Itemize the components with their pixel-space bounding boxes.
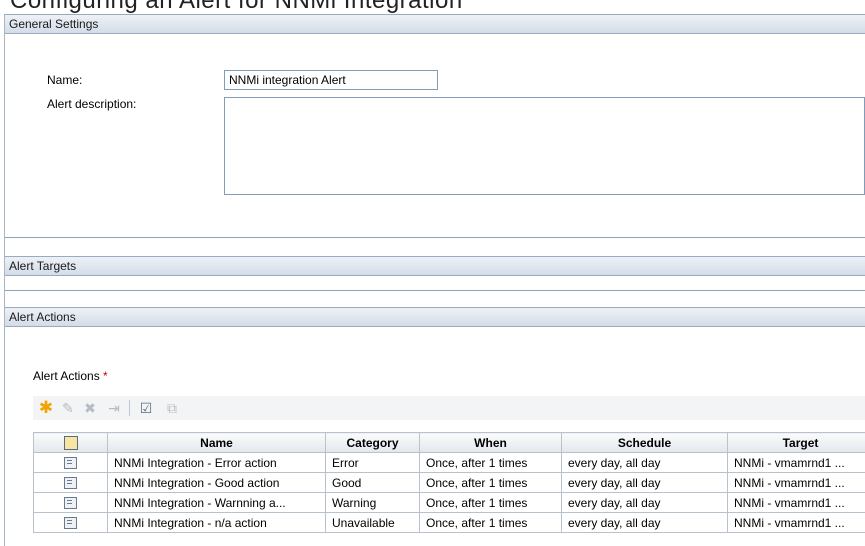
cell-when: Once, after 1 times [419, 492, 562, 513]
cell-category: Unavailable [325, 512, 420, 533]
alert-actions-table: Name Category When Schedule Target NNMi … [33, 432, 865, 533]
table-row[interactable]: NNMi Integration - n/a action Unavailabl… [33, 512, 865, 533]
cell-target: NNMi - vmamrnd1 ... [727, 452, 865, 473]
edit-action-icon[interactable]: ✎ [59, 399, 77, 417]
copy-action-icon[interactable]: ⧉ [163, 399, 181, 417]
cell-name: NNMi Integration - Error action [107, 452, 326, 473]
cell-target: NNMi - vmamrnd1 ... [727, 512, 865, 533]
cell-name: NNMi Integration - Warnning a... [107, 492, 326, 513]
table-row[interactable]: NNMi Integration - Good action Good Once… [33, 472, 865, 493]
action-row-icon [33, 452, 108, 473]
action-row-icon [33, 512, 108, 533]
alert-actions-label-text: Alert Actions [33, 369, 100, 383]
table-row[interactable]: NNMi Integration - Error action Error On… [33, 452, 865, 473]
cell-schedule: every day, all day [561, 512, 728, 533]
column-header-schedule[interactable]: Schedule [561, 432, 728, 453]
alert-description-label: Alert description: [47, 97, 137, 111]
cell-when: Once, after 1 times [419, 512, 562, 533]
column-header-category[interactable]: Category [325, 432, 420, 453]
table-header-row: Name Category When Schedule Target [33, 432, 865, 453]
column-header-when[interactable]: When [419, 432, 562, 453]
action-row-icon [33, 472, 108, 493]
table-row[interactable]: NNMi Integration - Warnning a... Warning… [33, 492, 865, 513]
required-mark: * [103, 369, 108, 383]
move-action-icon[interactable]: ⇥ [105, 399, 123, 417]
left-border [4, 14, 5, 546]
cell-category: Warning [325, 492, 420, 513]
column-header-target[interactable]: Target [727, 432, 865, 453]
alert-targets-header[interactable]: Alert Targets [5, 256, 865, 276]
alert-actions-toolbar: ✱ ✎ ✖ ⇥ ☑ ⧉ [33, 396, 865, 420]
section-divider [5, 290, 865, 291]
alert-actions-label: Alert Actions * [33, 369, 108, 383]
section-divider [5, 237, 865, 238]
toolbar-separator [129, 400, 130, 416]
new-action-icon[interactable]: ✱ [37, 399, 55, 417]
alert-name-input[interactable] [224, 70, 438, 90]
alert-actions-header[interactable]: Alert Actions [5, 307, 865, 327]
cell-target: NNMi - vmamrnd1 ... [727, 472, 865, 493]
cell-target: NNMi - vmamrnd1 ... [727, 492, 865, 513]
cell-schedule: every day, all day [561, 472, 728, 493]
top-banner: Configuring an Alert for NNMi Integratio… [0, 0, 865, 14]
general-settings-header[interactable]: General Settings [5, 14, 865, 34]
cell-schedule: every day, all day [561, 452, 728, 473]
cell-name: NNMi Integration - n/a action [107, 512, 326, 533]
column-header-name[interactable]: Name [107, 432, 326, 453]
top-banner-text: Configuring an Alert for NNMi Integratio… [10, 0, 463, 14]
alert-description-field[interactable] [224, 97, 865, 195]
action-row-icon [33, 492, 108, 513]
cell-name: NNMi Integration - Good action [107, 472, 326, 493]
select-all-icon[interactable]: ☑ [137, 399, 155, 417]
column-chooser-icon[interactable] [33, 432, 108, 453]
cell-category: Error [325, 452, 420, 473]
cell-when: Once, after 1 times [419, 452, 562, 473]
delete-action-icon[interactable]: ✖ [81, 399, 99, 417]
cell-schedule: every day, all day [561, 492, 728, 513]
name-label: Name: [47, 73, 83, 87]
cell-when: Once, after 1 times [419, 472, 562, 493]
cell-category: Good [325, 472, 420, 493]
